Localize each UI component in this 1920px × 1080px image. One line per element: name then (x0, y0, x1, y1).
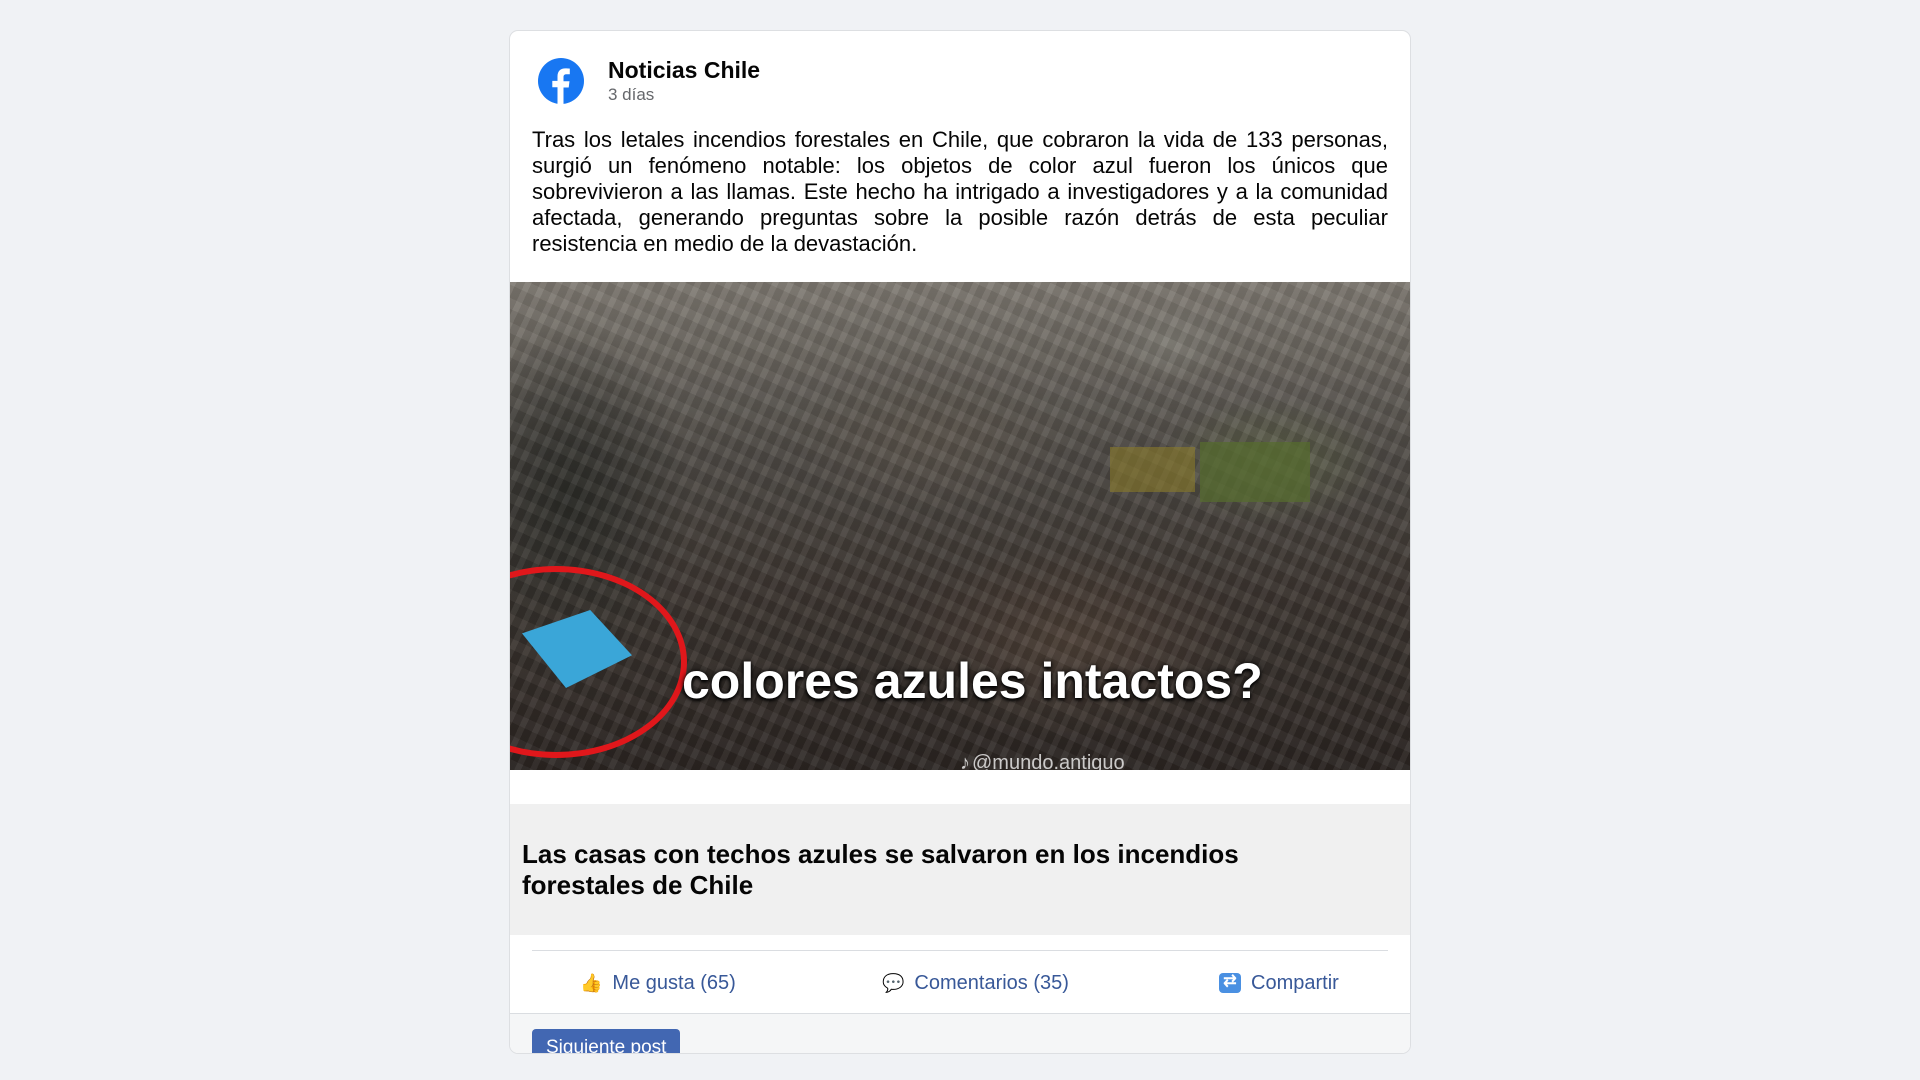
share-button[interactable]: Compartir (1219, 957, 1339, 1009)
watermark-text: @mundo.antiguo (972, 752, 1125, 774)
share-arrows-icon (1219, 971, 1241, 993)
post-timestamp[interactable]: 3 días (608, 84, 760, 106)
comment-label: Comentarios (35) (914, 971, 1069, 994)
page-name[interactable]: Noticias Chile (608, 57, 760, 84)
like-label: Me gusta (65) (612, 971, 736, 994)
share-label: Compartir (1251, 971, 1339, 994)
link-title[interactable]: Las casas con techos azules se salvaron … (522, 839, 1352, 901)
facebook-logo-icon[interactable] (538, 58, 584, 104)
link-preview[interactable]: Las casas con techos azules se salvaron … (510, 804, 1410, 935)
post-meta: Noticias Chile 3 días (608, 57, 760, 106)
speech-bubble-icon: 💬 (882, 972, 905, 993)
post-header: Noticias Chile 3 días (538, 53, 760, 109)
green-building (1200, 442, 1310, 502)
image-watermark: ♪ @mundo.antiguo (960, 752, 1125, 775)
thumbs-up-icon: 👍 (580, 972, 603, 993)
post-image[interactable]: colores azules intactos? ♪ @mundo.antiguo (510, 282, 1410, 774)
yellow-building (1110, 447, 1195, 492)
divider (532, 950, 1388, 951)
tiktok-icon: ♪ (960, 752, 970, 774)
post-footer: Siguiente post (510, 1013, 1410, 1053)
next-post-button[interactable]: Siguiente post (532, 1029, 681, 1053)
comment-button[interactable]: 💬 Comentarios (35) (882, 957, 1069, 1009)
image-overlay-text: colores azules intactos? (682, 653, 1263, 709)
post-text: Tras los letales incendios forestales en… (532, 127, 1388, 256)
post-card: Noticias Chile 3 días Tras los letales i… (509, 30, 1411, 1054)
like-button[interactable]: 👍 Me gusta (65) (580, 957, 736, 1009)
action-bar: 👍 Me gusta (65) 💬 Comentarios (35) Compa… (510, 957, 1410, 1009)
